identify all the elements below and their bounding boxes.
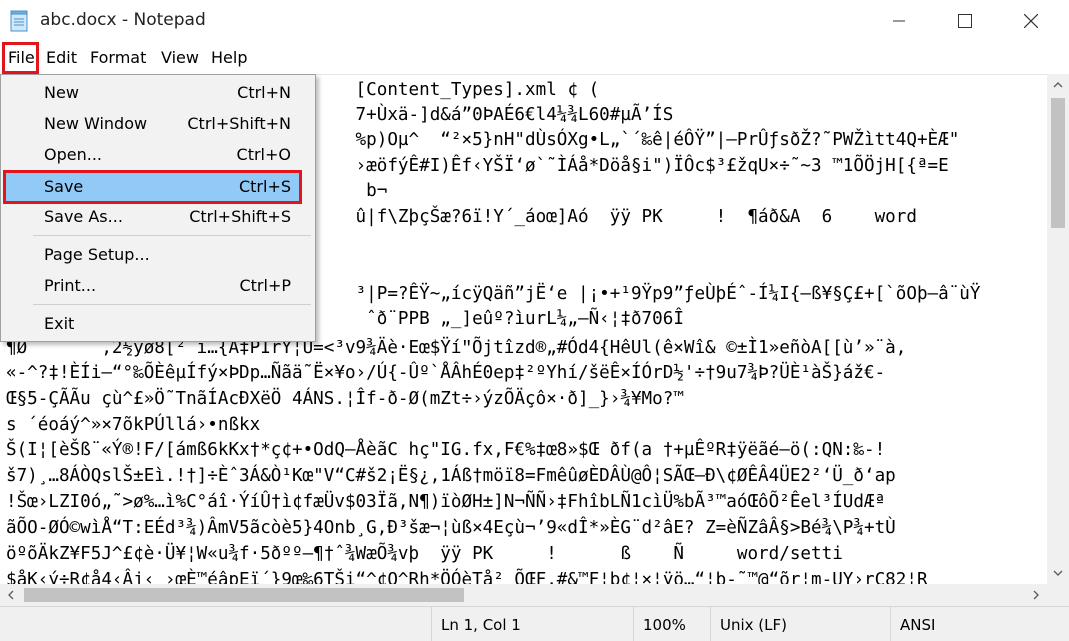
file-menu-item-exit[interactable]: Exit bbox=[3, 309, 313, 338]
menu-edit[interactable]: Edit bbox=[40, 42, 83, 74]
menu-bar: File Edit Format View Help bbox=[0, 42, 1069, 74]
scroll-up-button[interactable] bbox=[1047, 74, 1069, 96]
file-menu-item-save-as[interactable]: Save As... Ctrl+Shift+S bbox=[3, 202, 313, 231]
menu-item-label: Page Setup... bbox=[44, 245, 150, 264]
file-menu-item-open[interactable]: Open... Ctrl+O bbox=[3, 140, 313, 169]
menu-format[interactable]: Format bbox=[84, 42, 152, 74]
file-menu-item-save[interactable]: Save Ctrl+S bbox=[3, 172, 313, 201]
file-menu-item-new-window[interactable]: New Window Ctrl+Shift+N bbox=[3, 109, 313, 138]
status-cursor-position: Ln 1, Col 1 bbox=[431, 607, 633, 641]
horizontal-scroll-thumb[interactable] bbox=[24, 588, 464, 602]
chevron-left-icon bbox=[8, 590, 14, 600]
file-menu-item-print[interactable]: Print... Ctrl+P bbox=[3, 271, 313, 300]
menu-item-shortcut: Ctrl+P bbox=[239, 276, 291, 295]
window-title: abc.docx - Notepad bbox=[40, 10, 206, 30]
scroll-right-button[interactable] bbox=[1025, 584, 1047, 606]
text-line: $åK‹ý÷R¢å4‹Âj‹ ›œÈ™éâpEï´}9œ‰6TŠi“^¢O^Rh… bbox=[6, 570, 928, 584]
title-bar[interactable]: abc.docx - Notepad bbox=[0, 0, 1069, 42]
maximize-button[interactable] bbox=[942, 0, 988, 42]
status-line-ending: Unix (LF) bbox=[710, 607, 890, 641]
chevron-up-icon bbox=[1053, 82, 1063, 88]
status-encoding: ANSI bbox=[890, 607, 1069, 641]
minimize-icon bbox=[893, 20, 905, 22]
menu-item-shortcut: Ctrl+S bbox=[238, 177, 291, 196]
menu-view[interactable]: View bbox=[155, 42, 205, 74]
menu-item-label: Save As... bbox=[44, 207, 123, 226]
scrollbar-corner bbox=[1047, 584, 1069, 606]
menu-item-shortcut: Ctrl+Shift+N bbox=[187, 114, 291, 133]
close-button[interactable] bbox=[1008, 0, 1054, 42]
menu-item-shortcut: Ctrl+O bbox=[236, 145, 291, 164]
maximize-icon bbox=[958, 14, 972, 28]
menu-item-label: New bbox=[44, 83, 79, 102]
menu-item-shortcut: Ctrl+N bbox=[237, 83, 291, 102]
minimize-button[interactable] bbox=[876, 0, 922, 42]
close-icon bbox=[1024, 14, 1038, 28]
horizontal-scrollbar[interactable] bbox=[0, 584, 1047, 606]
scroll-down-button[interactable] bbox=[1047, 562, 1069, 584]
vertical-scroll-thumb[interactable] bbox=[1051, 98, 1065, 228]
file-menu-dropdown: New Ctrl+N New Window Ctrl+Shift+N Open.… bbox=[0, 74, 316, 342]
notepad-app-icon bbox=[10, 10, 28, 32]
status-zoom-level: 100% bbox=[633, 607, 710, 641]
status-bar: Ln 1, Col 1 100% Unix (LF) ANSI bbox=[0, 606, 1069, 641]
file-menu-item-page-setup[interactable]: Page Setup... bbox=[3, 240, 313, 269]
menu-separator bbox=[33, 235, 311, 236]
notepad-window: abc.docx - Notepad File Edit Format View… bbox=[0, 0, 1069, 641]
scroll-left-button[interactable] bbox=[0, 584, 22, 606]
menu-help[interactable]: Help bbox=[205, 42, 253, 74]
chevron-right-icon bbox=[1033, 590, 1039, 600]
menu-item-label: Print... bbox=[44, 276, 97, 295]
menu-item-label: Save bbox=[44, 177, 84, 196]
menu-separator bbox=[33, 304, 311, 305]
menu-file[interactable]: File bbox=[2, 42, 39, 74]
chevron-down-icon bbox=[1053, 570, 1063, 576]
menu-item-label: Open... bbox=[44, 145, 102, 164]
file-menu-item-new[interactable]: New Ctrl+N bbox=[3, 78, 313, 107]
vertical-scrollbar[interactable] bbox=[1047, 74, 1069, 584]
menu-item-label: New Window bbox=[44, 114, 148, 133]
menu-item-label: Exit bbox=[44, 314, 75, 333]
menu-item-shortcut: Ctrl+Shift+S bbox=[189, 207, 291, 226]
